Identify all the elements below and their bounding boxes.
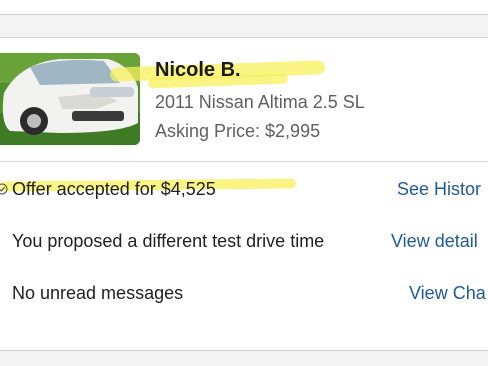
list-gap bbox=[0, 15, 488, 37]
test-drive-status-text: You proposed a different test drive time bbox=[12, 231, 325, 251]
offer-card[interactable]: Nicole B. 2011 Nissan Altima 2.5 SL Aski… bbox=[0, 37, 488, 351]
list-item: No unread messages View Cha bbox=[0, 283, 488, 309]
asking-price: Asking Price: $2,995 bbox=[155, 121, 321, 141]
view-details-link[interactable]: View detail bbox=[391, 231, 478, 252]
seller-name: Nicole B. bbox=[155, 59, 241, 81]
see-history-link[interactable]: See Histor bbox=[397, 179, 481, 200]
view-chat-link[interactable]: View Cha bbox=[409, 283, 486, 304]
list-gap bbox=[0, 351, 488, 366]
car-title: 2011 Nissan Altima 2.5 SL bbox=[155, 92, 365, 112]
previous-card-edge bbox=[0, 0, 488, 15]
check-circle-icon bbox=[0, 183, 8, 195]
offer-status-text: Offer accepted for $4,525 bbox=[12, 179, 216, 199]
messages-status-text: No unread messages bbox=[12, 283, 184, 303]
page: Nicole B. 2011 Nissan Altima 2.5 SL Aski… bbox=[0, 0, 488, 366]
list-item: Offer accepted for $4,525 See Histor bbox=[0, 179, 488, 205]
divider bbox=[0, 161, 488, 162]
list-item: You proposed a different test drive time… bbox=[0, 231, 488, 257]
